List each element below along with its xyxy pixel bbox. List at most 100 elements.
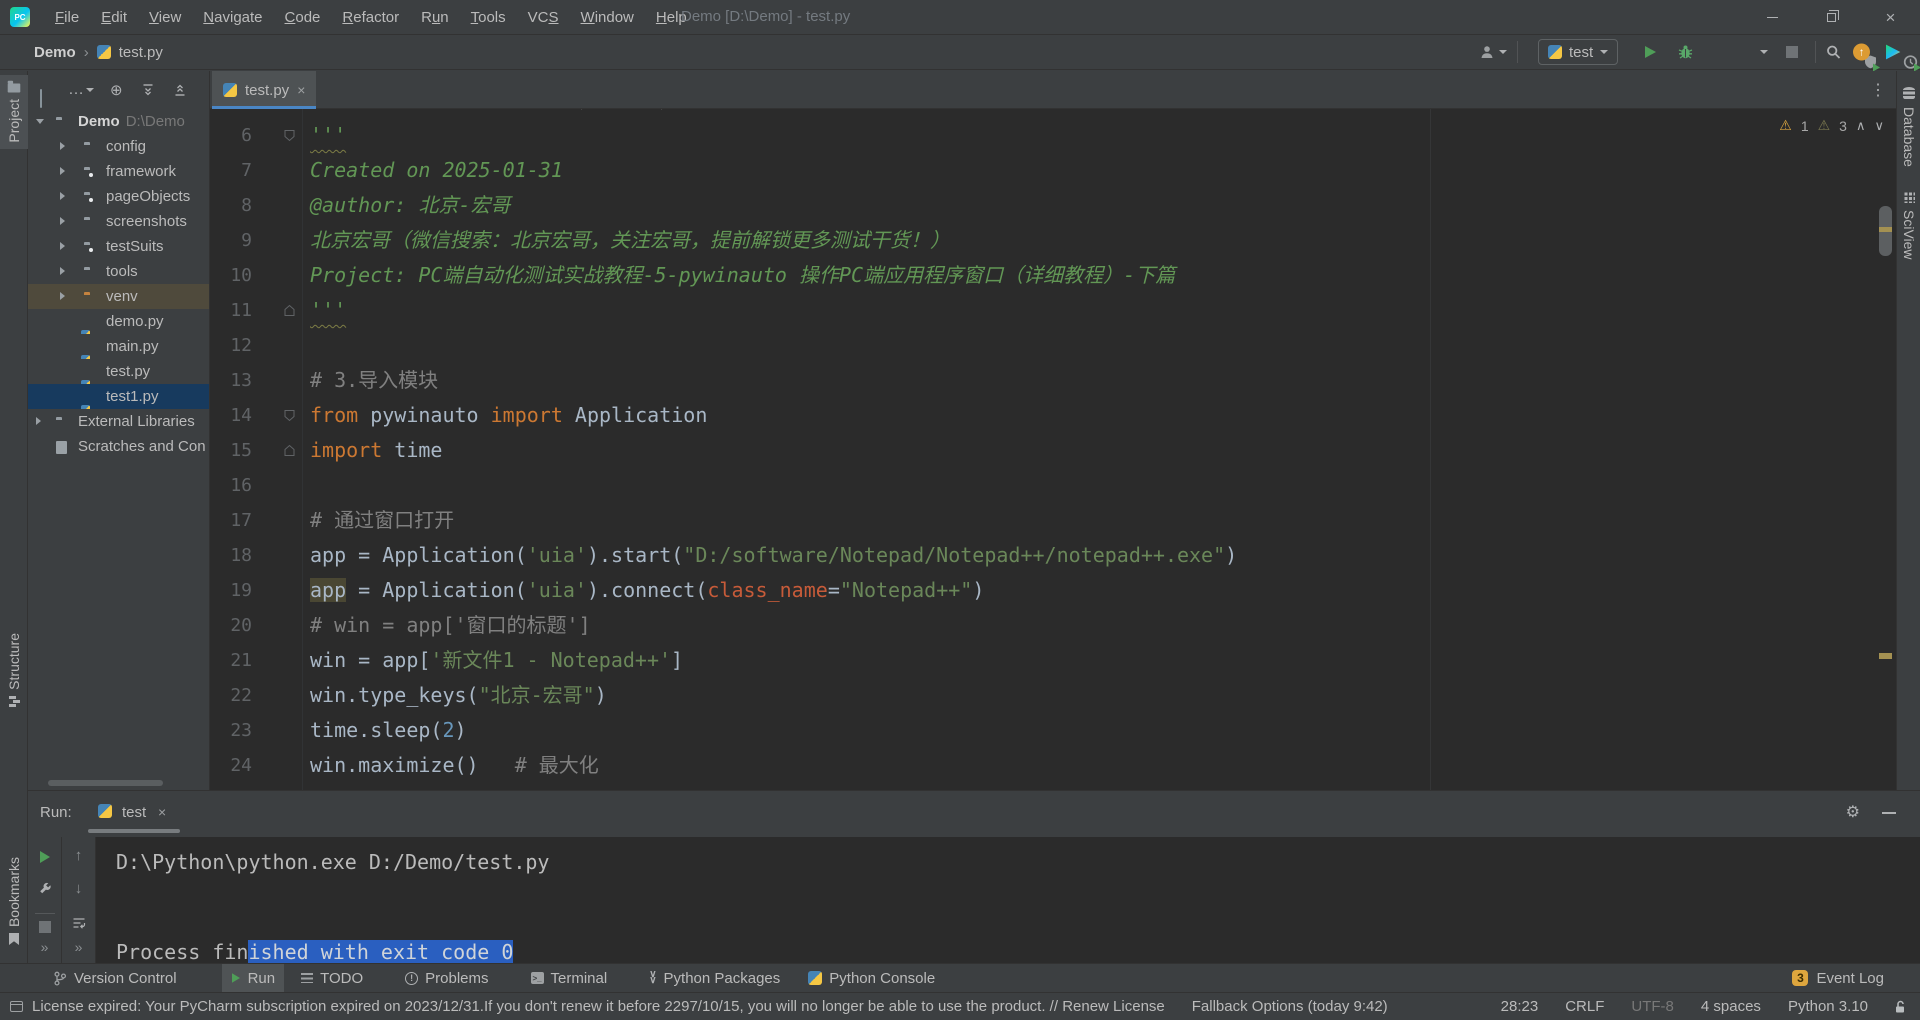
code-line-23[interactable]: 23time.sleep(2) bbox=[210, 713, 1896, 748]
tree-item-framework[interactable]: framework bbox=[28, 159, 209, 184]
chevron-right-icon[interactable] bbox=[60, 217, 65, 225]
tree-item-demo-py[interactable]: demo.py bbox=[28, 309, 209, 334]
collapse-all-button[interactable] bbox=[174, 83, 186, 96]
toolwindow-button-terminal[interactable]: >_Terminal bbox=[522, 964, 617, 992]
user-profile-button[interactable] bbox=[1480, 46, 1494, 59]
menu-file[interactable]: File bbox=[44, 9, 90, 26]
settings-button[interactable] bbox=[38, 882, 51, 895]
run-tab-label[interactable]: test bbox=[122, 804, 146, 821]
run-configuration-select[interactable]: test bbox=[1538, 39, 1618, 65]
code-line-24[interactable]: 24win.maximize() # 最大化 bbox=[210, 748, 1896, 783]
license-message[interactable]: License expired: Your PyCharm subscripti… bbox=[32, 998, 1165, 1015]
code-line-22[interactable]: 22win.type_keys("北京-宏哥") bbox=[210, 678, 1896, 713]
run-console[interactable]: D:\Python\python.exe D:/Demo/test.py Pro… bbox=[96, 837, 1920, 963]
fold-marker-icon[interactable] bbox=[284, 444, 304, 457]
tree-item-venv[interactable]: venv bbox=[28, 284, 209, 309]
code-line-16[interactable]: 16 bbox=[210, 468, 1896, 503]
code-line-11[interactable]: 11''' bbox=[210, 293, 1896, 328]
prev-warning-icon[interactable]: ∧ bbox=[1856, 118, 1866, 134]
search-everywhere-button[interactable] bbox=[1826, 45, 1841, 60]
stripe-tab-bookmarks[interactable]: Bookmarks bbox=[0, 857, 28, 945]
code-line-20[interactable]: 20# win = app['窗口的标题'] bbox=[210, 608, 1896, 643]
menu-navigate[interactable]: Navigate bbox=[192, 9, 273, 26]
menu-view[interactable]: View bbox=[138, 9, 192, 26]
gear-icon[interactable]: ⚙ bbox=[1846, 802, 1860, 822]
chevron-down-icon[interactable] bbox=[1760, 50, 1768, 54]
tree-item-test1-py[interactable]: test1.py bbox=[28, 384, 209, 409]
menu-run[interactable]: Run bbox=[410, 9, 460, 26]
fold-marker-icon[interactable] bbox=[284, 129, 304, 142]
chevron-down-icon[interactable] bbox=[36, 119, 44, 124]
inspections-widget[interactable]: ⚠1 ⚠3 ∧ ∨ bbox=[1779, 117, 1884, 134]
toolwindow-button-problems[interactable]: !Problems bbox=[396, 964, 497, 992]
event-log-button[interactable]: 3 Event Log bbox=[1792, 970, 1884, 987]
more-actions-icon[interactable]: » bbox=[75, 939, 83, 955]
tree-item-scratches-and-con[interactable]: Scratches and Con bbox=[28, 434, 209, 459]
view-mode-icon[interactable] bbox=[40, 89, 42, 108]
soft-wrap-button[interactable] bbox=[72, 917, 85, 929]
more-actions-icon[interactable]: » bbox=[41, 939, 49, 955]
menu-code[interactable]: Code bbox=[274, 9, 332, 26]
options-menu-button[interactable]: … bbox=[68, 81, 84, 99]
code-line-17[interactable]: 17# 通过窗口打开 bbox=[210, 503, 1896, 538]
code-line-5[interactable]: 5# 2.注释：包括记录创建时间，创建人，项目名称。 bbox=[210, 109, 1896, 118]
toolbox-plugin-icon[interactable] bbox=[1884, 44, 1901, 60]
toolwindow-button-run[interactable]: Run bbox=[222, 964, 285, 992]
code-line-14[interactable]: 14from pywinauto import Application bbox=[210, 398, 1896, 433]
stripe-tab-sciview[interactable]: SciView bbox=[1897, 191, 1920, 260]
arrow-up-icon[interactable]: ↑ bbox=[75, 847, 83, 864]
fallback-options[interactable]: Fallback Options (today 9:42) bbox=[1192, 998, 1388, 1015]
code-line-19[interactable]: 19app = Application('uia').connect(class… bbox=[210, 573, 1896, 608]
menu-refactor[interactable]: Refactor bbox=[331, 9, 410, 26]
chevron-right-icon[interactable] bbox=[60, 167, 65, 175]
menu-tools[interactable]: Tools bbox=[460, 9, 517, 26]
update-available-button[interactable]: ↑ bbox=[1853, 44, 1870, 61]
hide-panel-button[interactable] bbox=[1882, 812, 1896, 814]
close-icon[interactable]: × bbox=[158, 804, 166, 820]
menu-window[interactable]: Window bbox=[570, 9, 645, 26]
status-item-crlf[interactable]: CRLF bbox=[1565, 998, 1604, 1015]
code-line-7[interactable]: 7Created on 2025-01-31 bbox=[210, 153, 1896, 188]
horizontal-scrollbar[interactable] bbox=[48, 780, 163, 786]
tree-item-config[interactable]: config bbox=[28, 134, 209, 159]
rerun-button[interactable] bbox=[40, 851, 50, 863]
status-item-4-spaces[interactable]: 4 spaces bbox=[1701, 998, 1761, 1015]
menu-edit[interactable]: Edit bbox=[90, 9, 138, 26]
tree-item-external-libraries[interactable]: External Libraries bbox=[28, 409, 209, 434]
fold-marker-icon[interactable] bbox=[284, 304, 304, 317]
code-line-21[interactable]: 21win = app['新文件1 - Notepad++'] bbox=[210, 643, 1896, 678]
code-area[interactable]: 5# 2.注释：包括记录创建时间，创建人，项目名称。6'''7Created o… bbox=[210, 109, 1896, 790]
chevron-right-icon[interactable] bbox=[60, 242, 65, 250]
code-line-8[interactable]: 8@author: 北京-宏哥 bbox=[210, 188, 1896, 223]
code-line-13[interactable]: 13# 3.导入模块 bbox=[210, 363, 1896, 398]
chevron-right-icon[interactable] bbox=[36, 417, 41, 425]
code-line-6[interactable]: 6''' bbox=[210, 118, 1896, 153]
tree-item-main-py[interactable]: main.py bbox=[28, 334, 209, 359]
chevron-right-icon[interactable] bbox=[60, 292, 65, 300]
menu-vcs[interactable]: VCS bbox=[517, 9, 570, 26]
chevron-right-icon[interactable] bbox=[60, 267, 65, 275]
stripe-tab-database[interactable]: Database bbox=[1897, 87, 1920, 167]
stripe-tab-project[interactable]: Project bbox=[0, 75, 28, 149]
stripe-tab-structure[interactable]: Structure bbox=[0, 633, 28, 707]
code-line-10[interactable]: 10Project: PC端自动化测试实战教程-5-pywinauto 操作PC… bbox=[210, 258, 1896, 293]
close-icon[interactable]: × bbox=[297, 82, 305, 98]
maximize-button[interactable] bbox=[1802, 0, 1861, 35]
code-line-9[interactable]: 9北京宏哥（微信搜索：北京宏哥，关注宏哥，提前解锁更多测试干货！） bbox=[210, 223, 1896, 258]
breadcrumb-project[interactable]: Demo bbox=[34, 44, 76, 61]
chevron-right-icon[interactable] bbox=[60, 142, 65, 150]
tree-item-testsuits[interactable]: testSuits bbox=[28, 234, 209, 259]
tree-item-screenshots[interactable]: screenshots bbox=[28, 209, 209, 234]
tree-item-test-py[interactable]: test.py bbox=[28, 359, 209, 384]
tree-item-demo[interactable]: DemoD:\Demo bbox=[28, 109, 209, 134]
tree-item-tools[interactable]: tools bbox=[28, 259, 209, 284]
kebab-menu-icon[interactable]: ⋮ bbox=[1870, 80, 1886, 100]
toolwindow-button-python-packages[interactable]: ∨∨Python Packages bbox=[640, 964, 789, 992]
profiler-button[interactable] bbox=[1903, 54, 1918, 69]
status-item-utf-8[interactable]: UTF-8 bbox=[1631, 998, 1674, 1015]
status-item-28-23[interactable]: 28:23 bbox=[1501, 998, 1539, 1015]
console-command-line[interactable]: D:\Python\python.exe D:/Demo/test.py bbox=[116, 847, 1920, 877]
debug-button[interactable] bbox=[1678, 45, 1693, 60]
breadcrumb-file[interactable]: test.py bbox=[119, 44, 163, 61]
toolwindow-button-todo[interactable]: TODO bbox=[292, 964, 372, 992]
